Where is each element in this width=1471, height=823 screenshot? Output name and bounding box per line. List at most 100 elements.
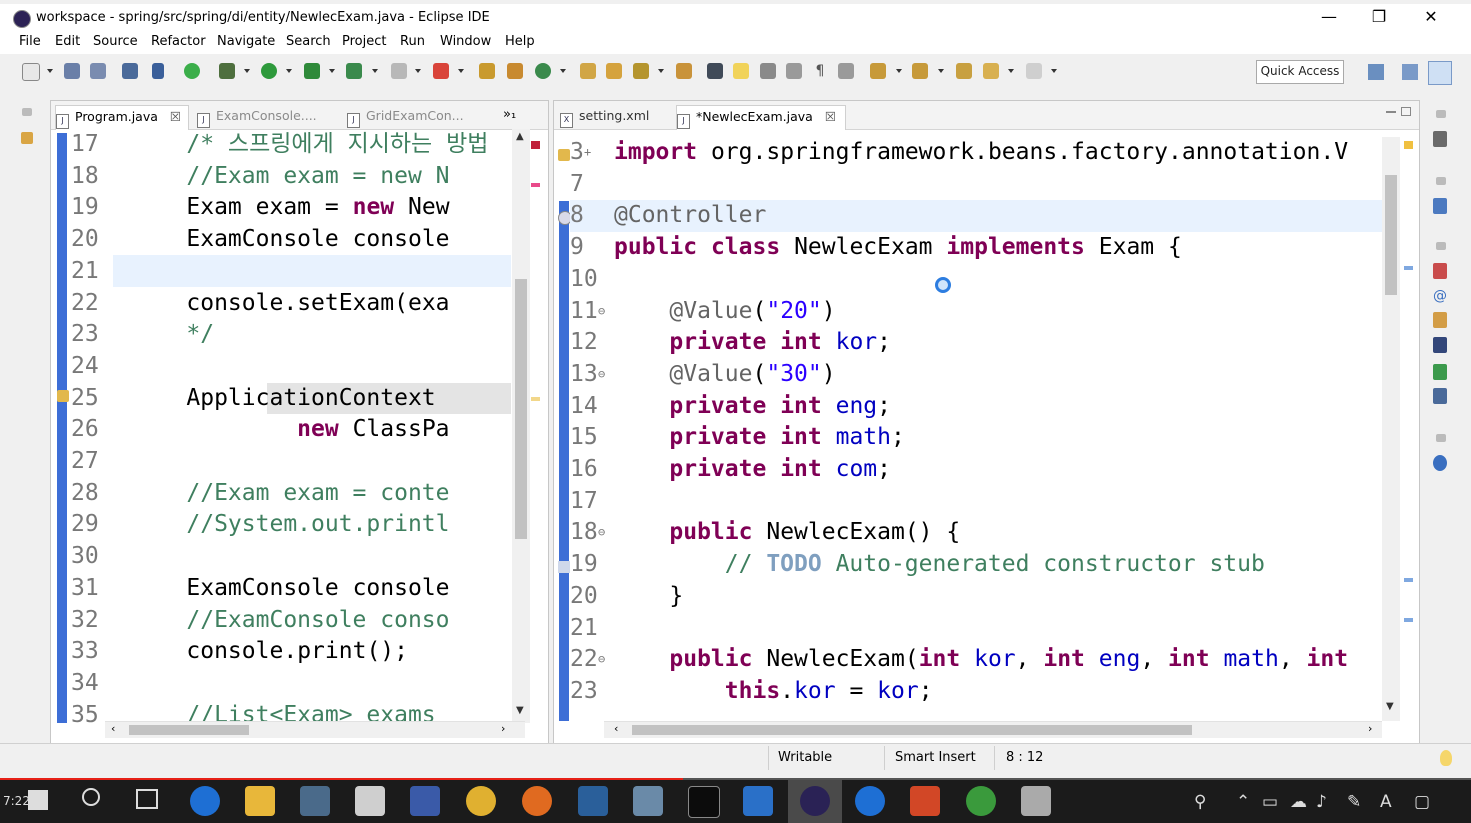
debug-icon[interactable] — [219, 63, 235, 79]
network-tray-icon[interactable]: ▭ — [1262, 792, 1278, 812]
open-task-icon[interactable] — [676, 63, 692, 79]
chevron-down-icon[interactable] — [1008, 69, 1014, 73]
menu-window[interactable]: Window — [440, 34, 491, 49]
minimize-editor-icon[interactable] — [1386, 111, 1396, 113]
scroll-left-icon[interactable]: ‹ — [111, 722, 115, 735]
volume-icon[interactable]: ♪ — [1316, 792, 1327, 812]
menu-run[interactable]: Run — [400, 34, 425, 49]
code-line[interactable]: 32 //ExamConsole conso — [71, 605, 511, 637]
tip-lightbulb-icon[interactable] — [1440, 750, 1452, 766]
close-icon[interactable]: ☒ — [170, 109, 181, 124]
code-line[interactable]: 9 public class NewlecExam implements Exam… — [570, 232, 1382, 264]
chevron-down-icon[interactable] — [1051, 69, 1057, 73]
scroll-thumb[interactable] — [515, 279, 527, 539]
left-horizontal-scrollbar[interactable]: ‹ › — [105, 721, 525, 738]
code-line[interactable]: 19 Exam exam = new New — [71, 192, 511, 224]
scroll-thumb[interactable] — [129, 725, 249, 735]
code-line[interactable]: 30 — [71, 541, 511, 573]
notifications-icon[interactable]: ▢ — [1414, 792, 1430, 812]
console-icon[interactable] — [1433, 337, 1447, 353]
powerpoint-icon[interactable] — [910, 786, 940, 816]
store-icon[interactable] — [300, 786, 330, 816]
menu-help[interactable]: Help — [505, 34, 535, 49]
terminal-icon[interactable] — [122, 63, 138, 79]
code-line[interactable]: 23 */ — [71, 319, 511, 351]
package-explorer-icon[interactable] — [21, 132, 33, 144]
menu-project[interactable]: Project — [342, 34, 386, 49]
calculator-icon[interactable] — [1021, 786, 1051, 816]
left-code-area[interactable]: 17 /* 스프링에게 지시하는 방법 18 //Exam exam = new … — [71, 129, 511, 723]
fold-toggle-icon[interactable]: ⊖ — [598, 517, 610, 549]
chevron-down-icon[interactable] — [415, 69, 421, 73]
problems-icon[interactable] — [1433, 263, 1447, 279]
refresh-icon[interactable] — [184, 63, 200, 79]
code-line[interactable]: 12 private int kor; — [570, 327, 1382, 359]
restore-icon[interactable] — [1436, 242, 1446, 250]
menu-refactor[interactable]: Refactor — [151, 34, 206, 49]
scroll-up-icon[interactable]: ▲ — [516, 131, 524, 142]
external-tools-icon[interactable] — [346, 63, 362, 79]
code-line[interactable]: 33 console.print(); — [71, 636, 511, 668]
chevron-down-icon[interactable] — [329, 69, 335, 73]
javadoc-icon[interactable]: @ — [1433, 288, 1449, 304]
chrome-icon[interactable] — [466, 786, 496, 816]
chevron-down-icon[interactable] — [47, 69, 53, 73]
server-icon[interactable] — [433, 63, 449, 79]
last-edit-icon[interactable] — [956, 63, 972, 79]
code-line[interactable]: 3 + import org.springframework.beans.facto… — [570, 137, 1382, 169]
menu-edit[interactable]: Edit — [55, 34, 80, 49]
remote-desktop-icon[interactable] — [578, 786, 608, 816]
code-line[interactable]: 34 — [71, 668, 511, 700]
coverage-icon[interactable] — [304, 63, 320, 79]
mail-icon[interactable] — [355, 786, 385, 816]
code-line[interactable]: 20 } — [570, 581, 1382, 613]
left-vertical-scrollbar[interactable]: ▲ ▼ — [512, 129, 530, 723]
show-whitespace-icon[interactable]: ¶ — [812, 63, 828, 79]
code-line[interactable]: 27 — [71, 446, 511, 478]
menu-navigate[interactable]: Navigate — [217, 34, 275, 49]
save-icon[interactable] — [64, 63, 80, 79]
chevron-down-icon[interactable] — [938, 69, 944, 73]
fold-toggle-icon[interactable]: ⊖ — [598, 644, 610, 676]
back-icon[interactable] — [983, 63, 999, 79]
restore-icon[interactable] — [22, 108, 32, 116]
new-java-project-icon[interactable] — [479, 63, 495, 79]
tab-setting-xml[interactable]: Xsetting.xml — [560, 105, 672, 129]
previous-annotation-icon[interactable] — [912, 63, 928, 79]
fold-toggle-icon[interactable]: + — [584, 137, 596, 169]
next-annotation-icon[interactable] — [870, 63, 886, 79]
chevron-down-icon[interactable] — [458, 69, 464, 73]
close-icon[interactable]: ☒ — [825, 109, 836, 124]
file-explorer-icon[interactable] — [245, 786, 275, 816]
open-perspective-icon[interactable] — [1368, 64, 1384, 80]
code-line[interactable]: 18 ⊖ public NewlecExam() { — [570, 517, 1382, 549]
maximize-editor-icon[interactable] — [1401, 107, 1411, 116]
code-line[interactable]: 16 private int com; — [570, 454, 1382, 486]
java-ee-perspective-icon[interactable] — [1402, 64, 1418, 80]
scroll-right-icon[interactable]: › — [1368, 722, 1372, 735]
scroll-left-icon[interactable]: ‹ — [614, 722, 618, 735]
java-perspective-icon[interactable] — [1428, 61, 1452, 85]
code-line[interactable]: 24 — [71, 351, 511, 383]
code-line[interactable]: 19 // TODO Auto-generated constructor st… — [570, 549, 1382, 581]
code-line[interactable]: 31 ExamConsole console — [71, 573, 511, 605]
block-selection-icon[interactable] — [786, 63, 802, 79]
close-window-button[interactable]: ✕ — [1408, 4, 1454, 32]
code-line[interactable]: 14 private int eng; — [570, 391, 1382, 423]
scroll-down-icon[interactable]: ▼ — [1386, 701, 1394, 712]
open-type-icon[interactable] — [580, 63, 596, 79]
code-line[interactable]: 21 — [570, 613, 1382, 645]
code-line[interactable]: 22 console.setExam(exa — [71, 288, 511, 320]
annotation-icon[interactable] — [707, 63, 723, 79]
skip-breakpoints-icon[interactable] — [152, 63, 164, 79]
right-horizontal-scrollbar[interactable]: ‹ › — [604, 721, 1382, 738]
chrome-canary-icon[interactable] — [966, 786, 996, 816]
scroll-right-icon[interactable]: › — [501, 722, 505, 735]
declaration-icon[interactable] — [1433, 312, 1447, 328]
new-package-icon[interactable] — [507, 63, 523, 79]
tab-gridexamconsole[interactable]: J GridExamCon... — [347, 105, 477, 129]
people-icon[interactable]: ⚲ — [1194, 792, 1206, 812]
code-line[interactable]: 8 @Controller — [570, 200, 1382, 232]
terminal-icon[interactable] — [688, 786, 720, 818]
input-method-indicator[interactable]: A — [1380, 792, 1392, 812]
